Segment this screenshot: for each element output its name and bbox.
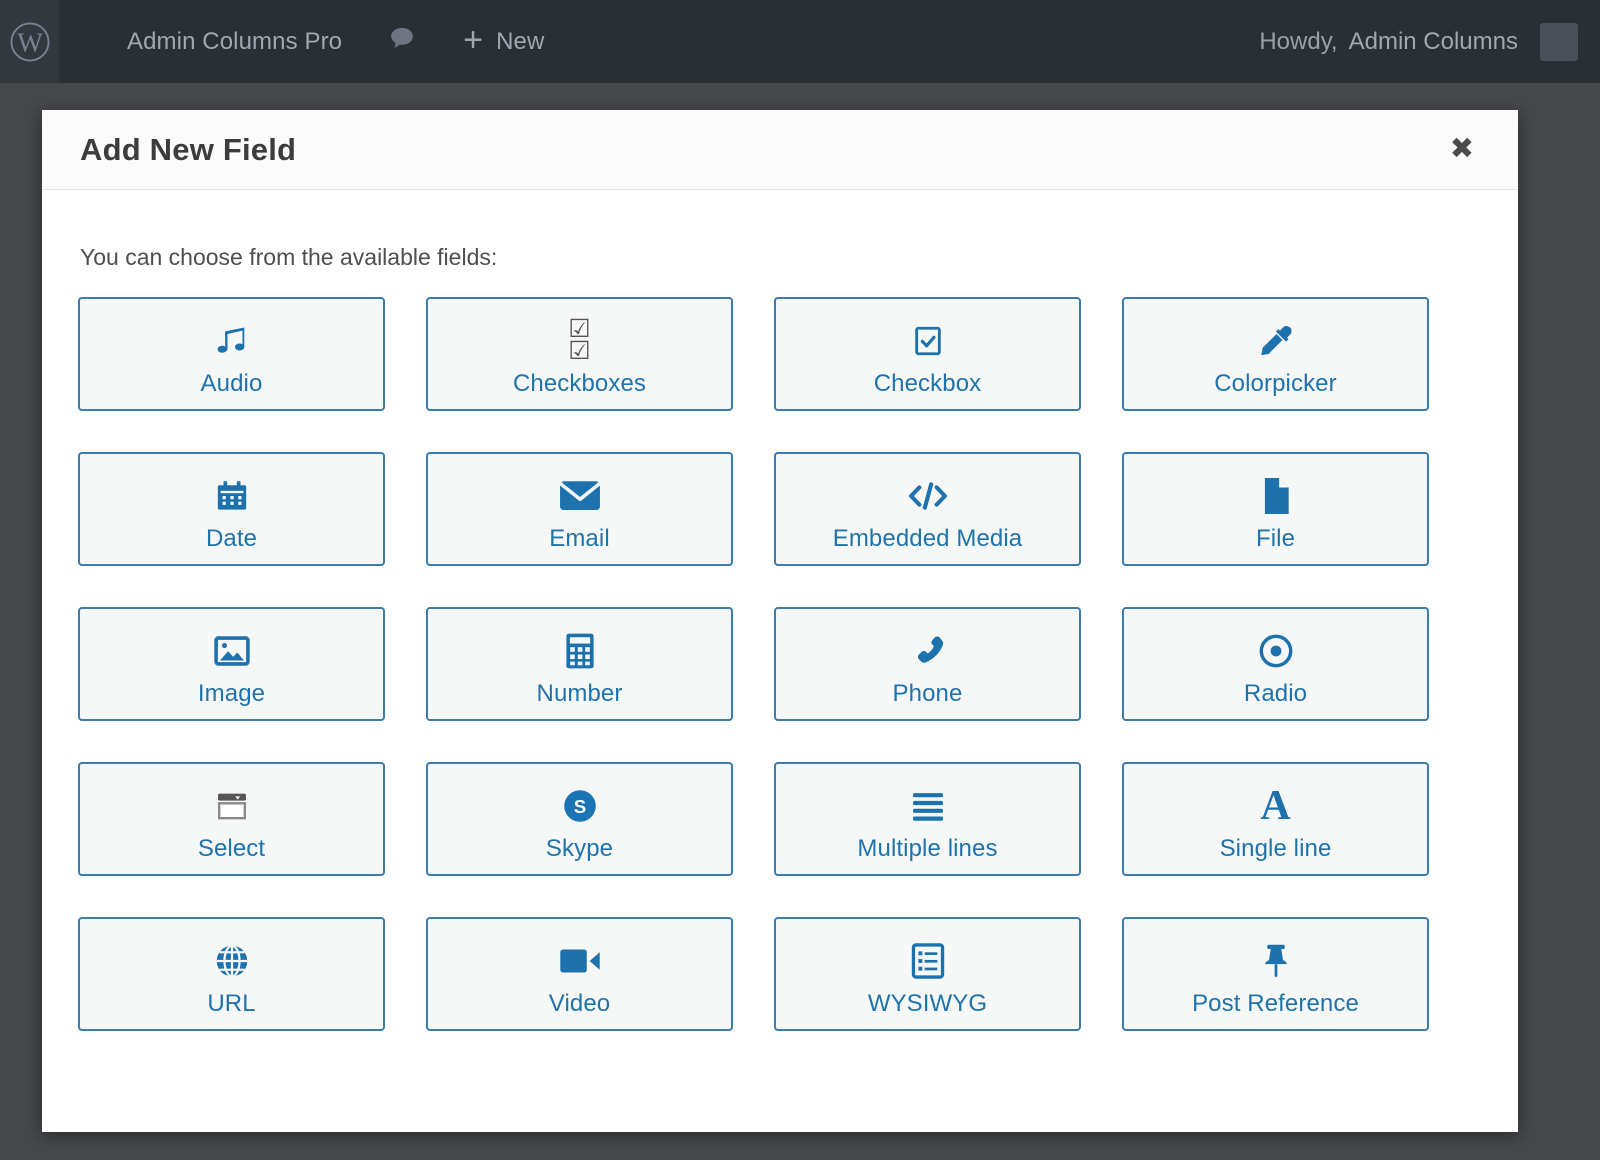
field-label: Audio [200,370,263,397]
eyedropper-icon [1257,316,1295,366]
field-label: Checkbox [873,370,982,397]
add-new-field-modal: Add New Field ✖ You can choose from the … [42,110,1518,1132]
field-card-checkboxes[interactable]: ☑ ☑ Checkboxes [426,297,733,411]
field-card-date[interactable]: Date [78,452,385,566]
list-box-icon [911,936,945,986]
field-label: Embedded Media [832,525,1023,552]
letter-a-icon: A [1260,783,1291,829]
adminbar-site-name[interactable]: Admin Columns Pro [127,0,342,83]
field-label: Checkboxes [512,370,647,397]
field-label: Email [549,525,610,552]
skype-icon: S [562,781,598,831]
field-type-grid: Audio ☑ ☑ Checkboxes Checkbox Colorpicke… [78,297,1482,1031]
dropdown-select-icon [213,781,251,831]
music-note-icon [214,316,250,366]
field-card-image[interactable]: Image [78,607,385,721]
field-label: File [1255,525,1296,552]
wordpress-logo-button[interactable]: W [0,0,59,83]
comment-bubble-icon [389,25,415,58]
phone-handset-icon [911,626,945,676]
modal-header: Add New Field ✖ [42,110,1518,190]
wordpress-logo-icon: W [9,21,51,63]
picture-icon [213,626,250,676]
field-label: Image [197,680,266,707]
site-name-label: Admin Columns Pro [127,27,343,55]
adminbar-comments-button[interactable] [389,0,415,83]
code-brackets-icon [906,471,950,521]
field-card-colorpicker[interactable]: Colorpicker [1122,297,1429,411]
checkboxes-icon: ☑ ☑ [568,315,591,365]
howdy-label: Howdy, [1259,27,1338,55]
video-camera-icon [559,936,601,986]
field-card-phone[interactable]: Phone [774,607,1081,721]
intro-text: You can choose from the available fields… [80,244,498,270]
account-name-label: Admin Columns [1348,27,1518,55]
svg-text:S: S [573,796,585,817]
document-icon [1261,471,1291,521]
field-card-embedded-media[interactable]: Embedded Media [774,452,1081,566]
plus-icon: + [463,20,484,59]
field-label: Date [205,525,258,552]
avatar[interactable] [1540,22,1578,61]
lines-icon [910,781,946,831]
envelope-icon [559,471,601,521]
field-label: Number [536,680,623,707]
field-label: WYSIWYG [867,990,988,1017]
field-label: Colorpicker [1214,370,1337,397]
field-label: Post Reference [1192,990,1359,1017]
field-card-email[interactable]: Email [426,452,733,566]
calendar-icon [215,471,249,521]
field-card-multiple-lines[interactable]: Multiple lines [774,762,1081,876]
field-label: Multiple lines [857,835,998,862]
close-icon[interactable]: ✖ [1442,129,1482,170]
admin-bar: W Admin Columns Pro + New Howdy, Admin C… [0,0,1600,83]
field-card-post-reference[interactable]: Post Reference [1122,917,1429,1031]
field-card-audio[interactable]: Audio [78,297,385,411]
field-card-select[interactable]: Select [78,762,385,876]
field-card-number[interactable]: Number [426,607,733,721]
svg-text:W: W [17,27,43,57]
field-label: URL [207,990,256,1017]
field-label: Skype [545,835,614,862]
field-label: Phone [892,680,963,707]
adminbar-new-button[interactable]: + New [463,0,544,83]
field-label: Single line [1219,835,1332,862]
field-card-single-line[interactable]: A Single line [1122,762,1429,876]
modal-body: You can choose from the available fields… [42,190,1518,1031]
pushpin-icon [1261,936,1291,986]
globe-icon [214,936,250,986]
field-card-url[interactable]: URL [78,917,385,1031]
field-card-video[interactable]: Video [426,917,733,1031]
page-title: Add New Field [80,131,297,167]
field-card-wysiwyg[interactable]: WYSIWYG [774,917,1081,1031]
field-label: Radio [1243,680,1308,707]
adminbar-account-menu[interactable]: Howdy, Admin Columns [1259,28,1540,56]
radio-button-icon [1258,626,1294,676]
field-card-file[interactable]: File [1122,452,1429,566]
field-label: Video [548,990,611,1017]
field-card-radio[interactable]: Radio [1122,607,1429,721]
field-card-skype[interactable]: S Skype [426,762,733,876]
checkbox-icon [911,316,945,366]
new-label: New [496,27,545,55]
field-label: Select [197,835,266,862]
field-card-checkbox[interactable]: Checkbox [774,297,1081,411]
calculator-icon [564,626,596,676]
